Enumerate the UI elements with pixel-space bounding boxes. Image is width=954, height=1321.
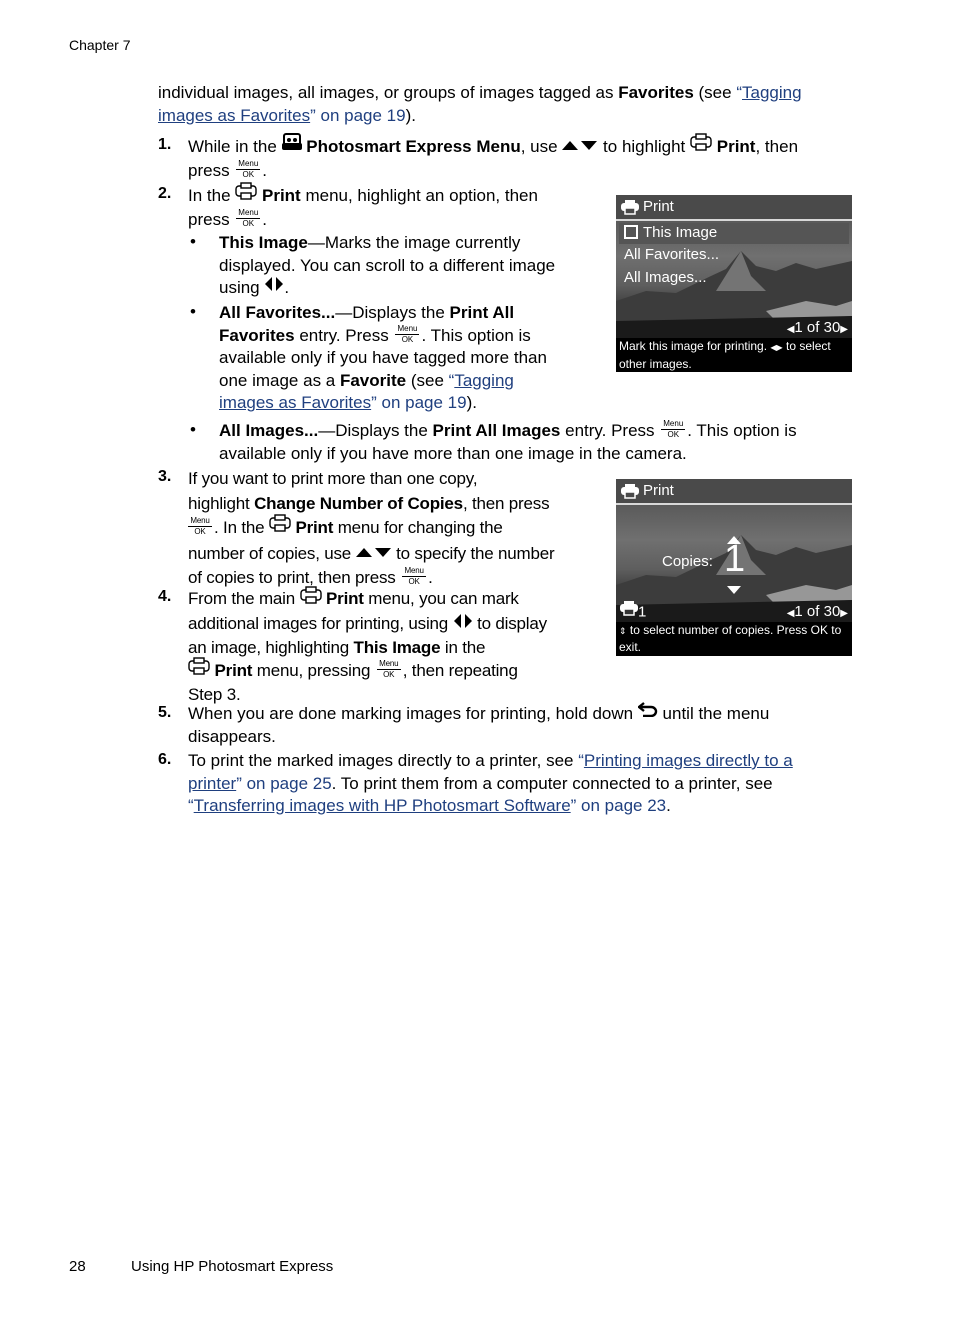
step-number: 2. [158,185,172,202]
menu-ok-button-icon: Menu OK [661,419,686,440]
screen-title-bar: Print [616,479,852,505]
right-arrow-icon: ▶ [840,324,848,335]
screen-caption: Mark this image for printing. ◀▶ to sele… [619,339,831,371]
page-number: 28 [69,1258,86,1275]
image-counter: ◀1 of 30▶ [786,319,848,336]
menu-ok-button-icon: Menu OK [188,517,212,536]
left-right-icon: ◀▶ [770,343,783,352]
left-right-arrows-icon [264,275,284,298]
printer-icon [620,601,638,620]
camera-screen-print-menu: Print This Image All Favorites... All Im… [616,195,852,372]
link-printing-directly-cont[interactable]: printer [188,774,236,793]
step-number: 6. [158,751,172,768]
up-down-arrows-icon [355,540,392,565]
print-count: 1 [620,601,646,622]
photosmart-express-icon [281,133,302,158]
printer-icon [621,483,639,507]
screen-title-bar: Print [616,195,852,221]
checkbox-icon [624,225,638,240]
menu-ok-button-icon: Menu OK [402,567,427,586]
back-arrow-icon [636,701,658,724]
link-tagging-favorites-cont[interactable]: images as Favorites [219,393,371,412]
up-down-arrows-icon [562,134,598,157]
menu-ok-button-icon: Menu OK [236,207,261,228]
print-icon [269,514,291,540]
print-icon [235,182,257,207]
printer-icon [621,199,639,223]
step-number: 5. [158,704,172,721]
menu-item-all-images[interactable]: All Images... [624,269,707,286]
step-number: 1. [158,136,172,153]
intro-paragraph: individual images, all images, or groups… [158,83,802,125]
step-3: If you want to print more than one copy,… [188,469,555,588]
print-icon [188,657,210,681]
step-4: From the main Print menu, you can mark a… [188,585,588,706]
bullet-dot: • [190,302,196,321]
step-number: 4. [158,588,172,605]
link-tagging-favorites[interactable]: Tagging [742,83,802,102]
step-2: In the Print menu, highlight an option, … [188,182,608,231]
bullet-dot: • [190,420,196,439]
copies-down-arrow-icon[interactable] [727,581,741,599]
link-transferring-images[interactable]: Transferring images with HP Photosmart S… [194,796,571,815]
footer-section-title: Using HP Photosmart Express [131,1258,334,1275]
menu-item-this-image[interactable]: This Image [624,224,717,241]
up-down-icon: ⇕ [619,626,627,636]
print-icon [690,133,712,158]
link-tagging-favorites[interactable]: Tagging [454,371,514,390]
camera-screen-copies: Print Copies: 1 1 ◀1 of 30▶ ⇕ to select … [616,479,852,656]
bullet-dot: • [190,232,196,251]
menu-ok-button-icon: Menu OK [236,158,261,179]
screen-caption: ⇕ to select number of copies. Press OK t… [619,623,842,654]
menu-item-all-favorites[interactable]: All Favorites... [624,246,719,263]
menu-ok-button-icon: Menu OK [395,323,420,344]
copies-label: Copies: [662,553,713,570]
copies-value[interactable]: 1 [724,537,745,581]
bullet-this-image: This Image—Marks the image currently dis… [219,233,556,298]
link-tagging-favorites-cont[interactable]: images as Favorites [158,106,310,125]
step-1: While in the Photosmart Express Menu, us… [188,133,868,182]
step-number: 3. [158,468,172,485]
print-icon [299,585,322,610]
right-arrow-icon: ▶ [840,608,848,619]
image-counter: ◀1 of 30▶ [786,603,848,620]
link-printing-directly[interactable]: Printing images directly to a [584,751,793,770]
step-5: When you are done marking images for pri… [188,701,868,748]
step-6: To print the marked images directly to a… [188,751,793,816]
chapter-header: Chapter 7 [69,37,131,53]
bullet-all-images: All Images...—Displays the Print All Ima… [219,419,797,463]
left-right-arrows-icon [453,611,473,634]
bullet-all-favorites: All Favorites...—Displays the Print All … [219,303,547,413]
menu-ok-button-icon: Menu OK [376,659,401,679]
